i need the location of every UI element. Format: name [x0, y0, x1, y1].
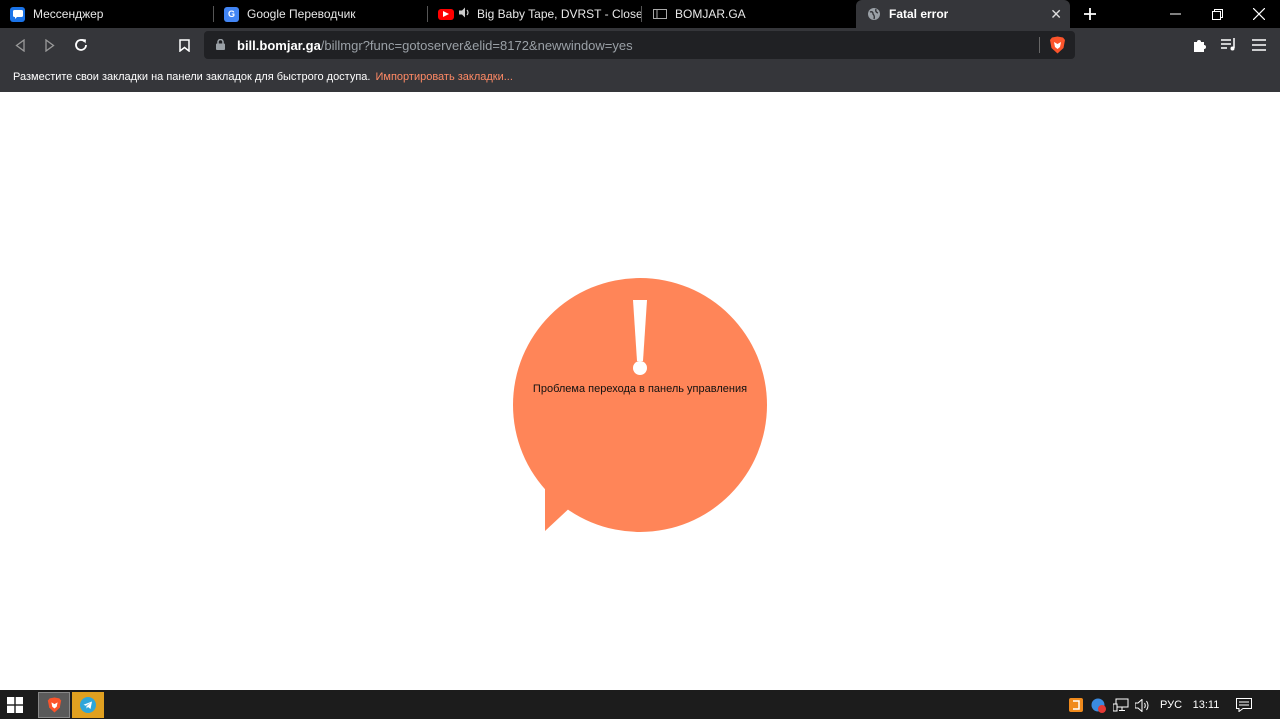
tab-strip: Мессенджер G Google Переводчик Big Baby …	[0, 0, 1280, 28]
browser-toolbar: bill.bomjar.ga/billmgr?func=gotoserver&e…	[0, 28, 1280, 62]
brave-shield-icon[interactable]	[1049, 36, 1066, 54]
window-controls	[1154, 0, 1280, 28]
extensions-icon[interactable]	[1190, 36, 1208, 54]
error-bubble: Проблема перехода в панель управления	[513, 278, 767, 532]
tab-label: Мессенджер	[33, 7, 104, 21]
tab-bomjar[interactable]: BOMJAR.GA	[642, 0, 856, 28]
tab-label: Big Baby Tape, DVRST - Close Gu	[477, 7, 642, 21]
language-indicator[interactable]: РУС	[1158, 696, 1184, 714]
telegram-icon	[80, 697, 96, 713]
import-bookmarks-link[interactable]: Импортировать закладки...	[375, 71, 512, 83]
media-controls-icon[interactable]	[1220, 36, 1238, 54]
globe-icon	[866, 7, 881, 22]
windows-start-icon[interactable]	[7, 697, 23, 713]
reload-button[interactable]	[72, 36, 90, 54]
forward-button[interactable]	[41, 36, 59, 54]
new-tab-button[interactable]	[1070, 0, 1110, 28]
address-bar-divider	[1039, 37, 1040, 53]
notification-center-icon[interactable]	[1236, 696, 1252, 714]
close-window-button[interactable]	[1238, 0, 1280, 28]
network-icon[interactable]	[1112, 696, 1130, 714]
url-text[interactable]: bill.bomjar.ga/billmgr?func=gotoserver&e…	[237, 38, 633, 53]
windows-taskbar: РУС 13:11	[0, 690, 1280, 719]
taskbar-telegram-app[interactable]	[72, 692, 104, 718]
tab-fatal-error[interactable]: Fatal error ✕	[856, 0, 1070, 28]
close-tab-icon[interactable]: ✕	[1050, 6, 1062, 22]
lock-icon	[216, 39, 225, 50]
tab-messenger[interactable]: Мессенджер	[0, 0, 214, 28]
exclamation-dot	[633, 361, 647, 375]
speech-bubble-shape	[513, 278, 767, 532]
page-icon	[652, 7, 667, 22]
url-path: /billmgr?func=gotoserver&elid=8172&newwi…	[320, 38, 633, 53]
back-button[interactable]	[11, 36, 29, 54]
page-content: Проблема перехода в панель управления	[0, 92, 1280, 690]
taskbar-brave-app[interactable]	[38, 692, 70, 718]
youtube-icon	[438, 8, 454, 20]
tab-label: Google Переводчик	[247, 7, 356, 21]
tab-google-translate[interactable]: G Google Переводчик	[214, 0, 428, 28]
restore-button[interactable]	[1196, 0, 1238, 28]
tray-notify-icon[interactable]	[1090, 696, 1106, 714]
audio-playing-icon[interactable]	[459, 7, 472, 21]
tab-youtube[interactable]: Big Baby Tape, DVRST - Close Gu	[428, 0, 642, 28]
messenger-icon	[10, 6, 25, 22]
url-host: bill.bomjar.ga	[237, 38, 321, 53]
clock[interactable]: 13:11	[1192, 696, 1220, 714]
minimize-button[interactable]	[1154, 0, 1196, 28]
bookmarks-bar: Разместите свои закладки на панели закла…	[0, 62, 1280, 92]
tab-label: Fatal error	[889, 7, 949, 21]
tab-label: BOMJAR.GA	[675, 7, 746, 21]
volume-icon[interactable]	[1134, 696, 1152, 714]
bookmark-icon[interactable]	[175, 36, 193, 54]
tray-app-icon[interactable]	[1068, 696, 1084, 714]
address-bar[interactable]: bill.bomjar.ga/billmgr?func=gotoserver&e…	[204, 31, 1075, 59]
error-message: Проблема перехода в панель управления	[532, 383, 748, 395]
brave-icon	[47, 697, 61, 713]
google-translate-icon: G	[224, 6, 239, 22]
bookmarks-hint: Разместите свои закладки на панели закла…	[13, 71, 371, 83]
menu-icon[interactable]	[1250, 36, 1268, 54]
